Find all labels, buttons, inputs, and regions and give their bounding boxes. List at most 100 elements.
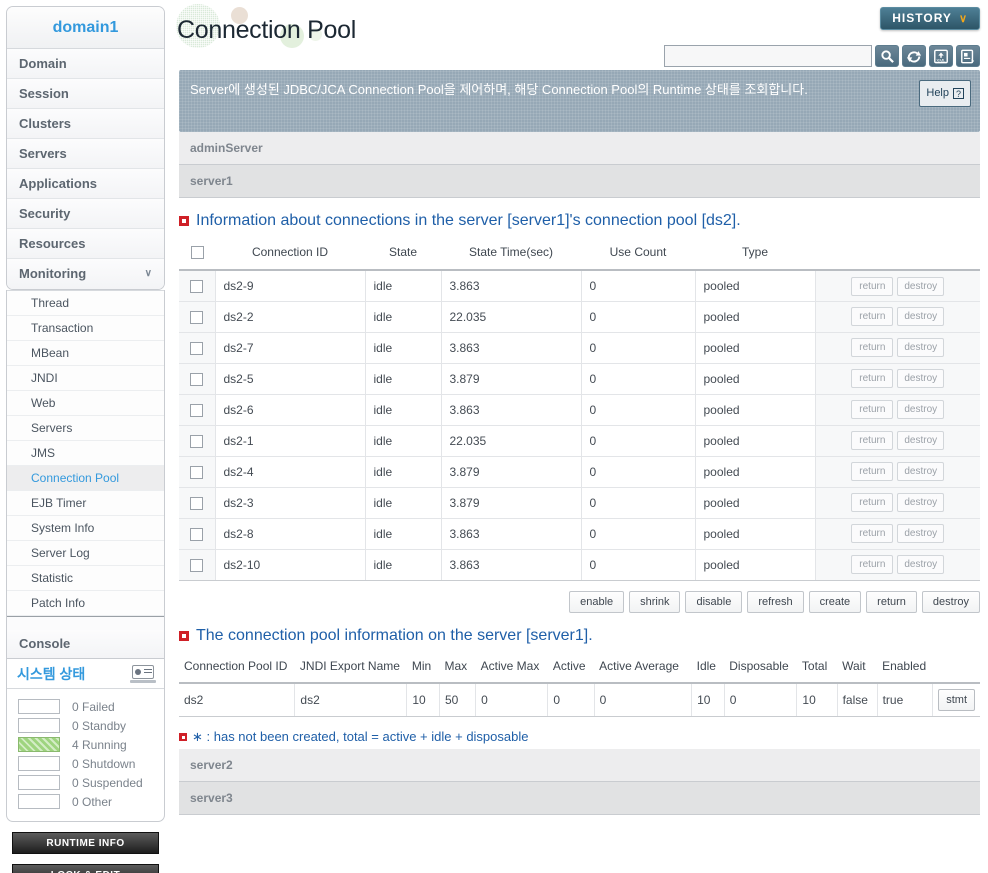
select-all-checkbox[interactable] (190, 246, 204, 260)
sidebar-item-session[interactable]: Session (7, 79, 164, 109)
row-checkbox[interactable] (190, 434, 204, 448)
shrink-button[interactable]: shrink (629, 590, 681, 613)
sidebar-item-domain[interactable]: Domain (7, 49, 164, 79)
server-row-server2[interactable]: server2 (179, 749, 980, 783)
return-row-button[interactable]: return (851, 338, 894, 358)
refresh-icon[interactable] (902, 45, 926, 67)
status-bar-other (18, 794, 60, 809)
return-row-button[interactable]: return (851, 493, 894, 513)
destroy-row-button[interactable]: destroy (897, 493, 945, 513)
server-row-server3[interactable]: server3 (179, 782, 980, 816)
destroy-row-button[interactable]: destroy (897, 307, 945, 327)
row-checkbox[interactable] (190, 310, 204, 324)
help-label: Help (926, 87, 949, 99)
table-row: ds2-6 idle 3.863 0 pooled return destroy (179, 394, 980, 426)
sidebar-item-servers[interactable]: Servers (7, 139, 164, 169)
sidebar-subitem-transaction[interactable]: Transaction (7, 316, 164, 341)
sidebar-subitem-patch-info[interactable]: Patch Info (7, 591, 164, 616)
sidebar-subitem-servers[interactable]: Servers (7, 416, 164, 441)
sidebar-subitem-server-log[interactable]: Server Log (7, 541, 164, 566)
connection-id-cell: ds2-5 (214, 363, 365, 395)
sidebar-item-applications[interactable]: Applications (7, 169, 164, 199)
search-icon[interactable] (875, 45, 899, 67)
active-cell: 0 (547, 682, 595, 718)
return-row-button[interactable]: return (851, 400, 894, 420)
destroy-row-button[interactable]: destroy (897, 431, 945, 451)
state-cell: idle (364, 270, 441, 302)
history-button[interactable]: HISTORY ∨ (880, 7, 980, 30)
sidebar-subitem-web[interactable]: Web (7, 391, 164, 416)
sidebar-item-resources[interactable]: Resources (7, 229, 164, 259)
sidebar-subitem-mbean[interactable]: MBean (7, 341, 164, 366)
state-time-cell: 3.863 (440, 549, 581, 581)
row-checkbox[interactable] (190, 341, 204, 355)
section-marker-icon (179, 630, 189, 641)
pool-footnote: ∗ : has not been created, total = active… (179, 729, 980, 745)
status-label-standby: 0 Standby (72, 718, 127, 733)
row-checkbox[interactable] (190, 527, 204, 541)
question-mark-icon: ? (953, 88, 964, 99)
system-status-row: 0 Standby (7, 716, 164, 735)
sidebar-subitem-jms[interactable]: JMS (7, 441, 164, 466)
refresh-button[interactable]: refresh (747, 590, 804, 613)
search-input[interactable] (664, 45, 872, 67)
row-checkbox[interactable] (190, 558, 204, 572)
destroy-row-button[interactable]: destroy (897, 462, 945, 482)
column-header: Enabled (877, 650, 933, 684)
enable-button[interactable]: enable (569, 590, 625, 613)
help-button[interactable]: Help ? (919, 80, 971, 107)
lock-edit-button[interactable]: LOCK & EDIT (12, 864, 159, 873)
sidebar-subitem-statistic[interactable]: Statistic (7, 566, 164, 591)
server-row-server1[interactable]: server1 (179, 165, 980, 198)
table-row: ds2-8 idle 3.863 0 pooled return destroy (179, 518, 980, 550)
destroy-row-button[interactable]: destroy (897, 276, 945, 296)
destroy-row-button[interactable]: destroy (897, 555, 945, 575)
return-button[interactable]: return (866, 590, 917, 613)
return-row-button[interactable]: return (851, 555, 894, 575)
xml-export-icon[interactable]: XML (929, 45, 953, 67)
return-row-button[interactable]: return (851, 369, 894, 389)
table-row: ds2-9 idle 3.863 0 pooled return destroy (179, 270, 980, 302)
row-checkbox[interactable] (190, 280, 204, 294)
sidebar-subitem-ejb-timer[interactable]: EJB Timer (7, 491, 164, 516)
state-time-cell: 3.879 (440, 487, 581, 519)
sidebar-item-clusters[interactable]: Clusters (7, 109, 164, 139)
chevron-down-icon: ∨ (958, 12, 968, 25)
destroy-row-button[interactable]: destroy (897, 524, 945, 544)
return-row-button[interactable]: return (851, 431, 894, 451)
create-button[interactable]: create (808, 590, 862, 613)
sidebar-subitem-system-info[interactable]: System Info (7, 516, 164, 541)
sidebar-item-monitoring[interactable]: Monitoring ∨ (7, 259, 164, 289)
server-row-adminServer[interactable]: adminServer (179, 132, 980, 165)
destroy-row-button[interactable]: destroy (897, 338, 945, 358)
return-row-button[interactable]: return (851, 524, 894, 544)
sidebar-subitem-thread[interactable]: Thread (7, 291, 164, 316)
row-checkbox[interactable] (190, 496, 204, 510)
row-checkbox[interactable] (190, 372, 204, 386)
return-row-button[interactable]: return (851, 276, 894, 296)
type-cell: pooled (694, 456, 815, 488)
table-row: ds2-7 idle 3.863 0 pooled return destroy (179, 332, 980, 364)
type-cell: pooled (694, 394, 815, 426)
column-header (179, 236, 215, 272)
row-select-cell (179, 518, 215, 550)
sidebar-item-console[interactable]: Console (7, 630, 164, 658)
destroy-button[interactable]: destroy (921, 590, 980, 613)
report-export-icon[interactable] (956, 45, 980, 67)
row-checkbox[interactable] (190, 465, 204, 479)
row-select-cell (179, 549, 215, 581)
sidebar-item-security[interactable]: Security (7, 199, 164, 229)
sidebar-subitem-jndi[interactable]: JNDI (7, 366, 164, 391)
return-row-button[interactable]: return (851, 462, 894, 482)
stmt-button[interactable]: stmt (938, 689, 975, 712)
pool-section-heading: The connection pool information on the s… (179, 627, 980, 645)
return-row-button[interactable]: return (851, 307, 894, 327)
row-checkbox[interactable] (190, 403, 204, 417)
disable-button[interactable]: disable (685, 590, 743, 613)
destroy-row-button[interactable]: destroy (897, 369, 945, 389)
connection-id-cell: ds2-4 (214, 456, 365, 488)
runtime-info-button[interactable]: RUNTIME INFO (12, 832, 159, 854)
destroy-row-button[interactable]: destroy (897, 400, 945, 420)
sidebar-subitem-connection-pool[interactable]: Connection Pool (7, 466, 164, 491)
laptop-icon[interactable] (130, 664, 156, 683)
